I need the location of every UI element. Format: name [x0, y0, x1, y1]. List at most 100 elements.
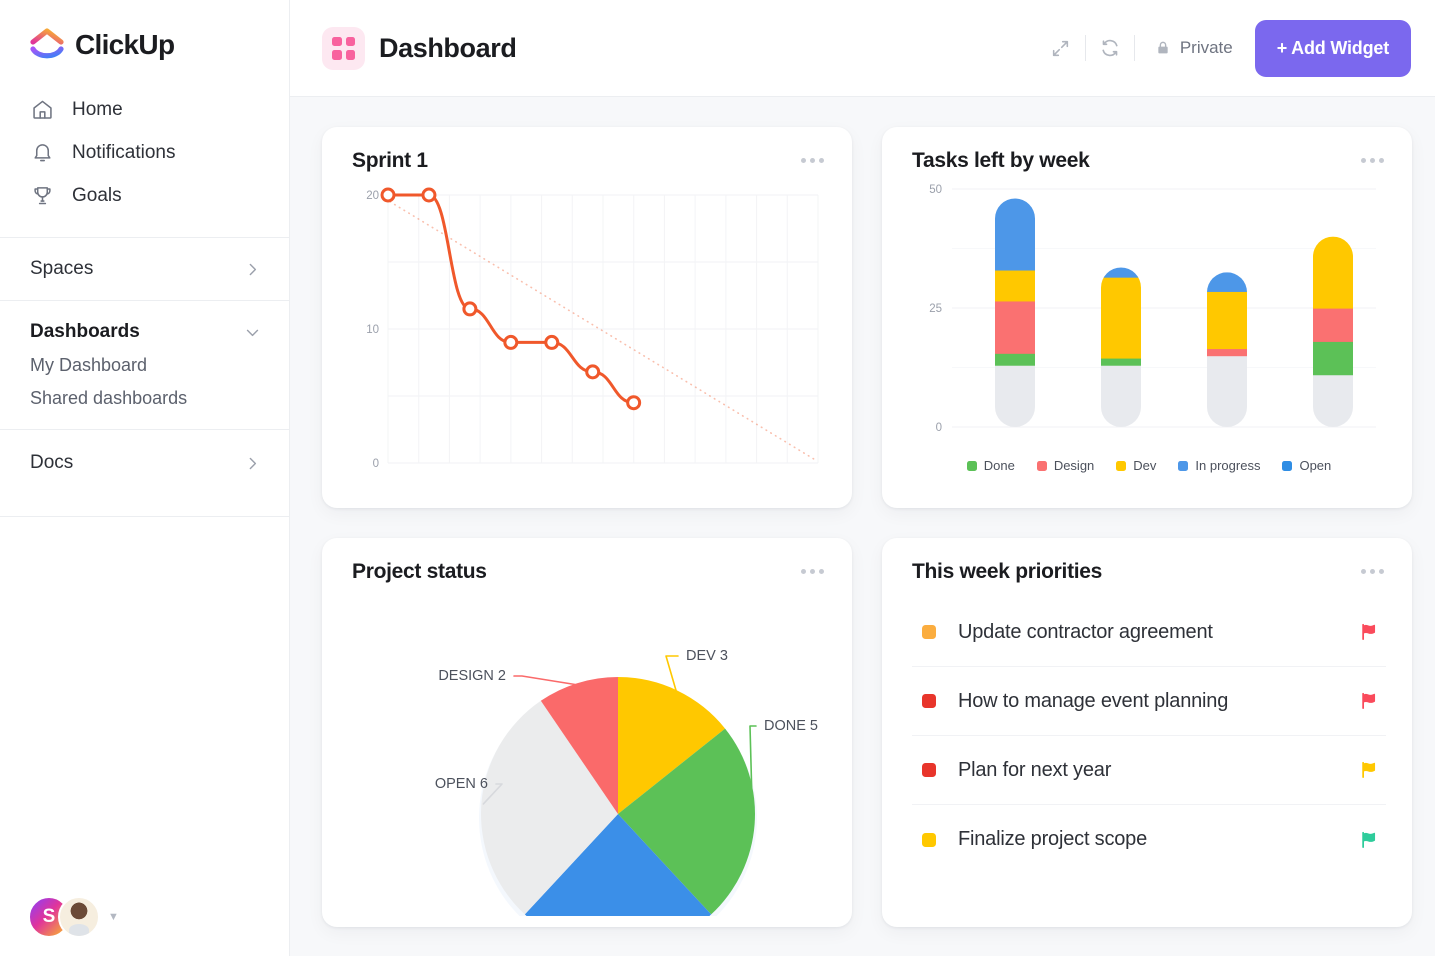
- dashboard-grid-icon: [322, 27, 365, 70]
- main-area: Dashboard: [290, 0, 1435, 956]
- legend-swatch: [1116, 461, 1126, 471]
- status-badge[interactable]: [922, 694, 936, 708]
- chevron-down-icon[interactable]: [244, 324, 261, 341]
- sidebar-section-docs: Docs: [0, 430, 289, 494]
- chevron-down-icon[interactable]: ▼: [108, 911, 119, 923]
- list-item[interactable]: Finalize project scope: [912, 805, 1386, 874]
- docs-header[interactable]: Docs: [30, 452, 261, 474]
- task-title: Plan for next year: [958, 759, 1111, 782]
- svg-text:20: 20: [366, 190, 379, 202]
- refresh-icon[interactable]: [1086, 26, 1134, 70]
- add-widget-button[interactable]: + Add Widget: [1255, 20, 1411, 77]
- lock-icon: [1155, 40, 1171, 56]
- divider: [0, 516, 289, 517]
- more-options-icon[interactable]: [799, 560, 826, 583]
- sidebar-section-spaces: Spaces: [0, 238, 289, 300]
- legend-label: Dev: [1133, 458, 1156, 473]
- chevron-right-icon[interactable]: [244, 455, 261, 472]
- more-options-icon[interactable]: [799, 149, 826, 172]
- legend-label: Design: [1054, 458, 1094, 473]
- burndown-chart: 0 10 20: [352, 173, 826, 486]
- chart-legend: Done Design Dev In progress Open: [912, 458, 1386, 473]
- docs-label: Docs: [30, 452, 73, 474]
- svg-text:DEV 3: DEV 3: [686, 648, 728, 664]
- widget-sprint-burndown: Sprint 1 0 10 20: [322, 127, 852, 508]
- brand[interactable]: ClickUp: [0, 0, 289, 84]
- primary-nav: Home Notifications: [0, 84, 289, 237]
- dashboard-grid: Sprint 1 0 10 20 Tasks left by week 0 25 50 …: [290, 97, 1435, 956]
- page-title: Dashboard: [379, 33, 516, 64]
- dashboards-header[interactable]: Dashboards: [30, 321, 261, 343]
- sidebar-section-dashboards: Dashboards My Dashboard Shared dashboard…: [0, 301, 289, 429]
- svg-text:25: 25: [929, 303, 942, 315]
- sidebar-item-label: Home: [72, 99, 123, 121]
- list-item[interactable]: Plan for next year: [912, 736, 1386, 805]
- sidebar-item-shared-dashboards[interactable]: Shared dashboards: [30, 376, 261, 409]
- flag-icon[interactable]: [1358, 759, 1380, 781]
- legend-item: Open: [1282, 458, 1331, 473]
- brand-name: ClickUp: [75, 29, 174, 61]
- legend-item: Done: [967, 458, 1015, 473]
- legend-label: Done: [984, 458, 1015, 473]
- svg-text:50: 50: [929, 184, 942, 196]
- svg-text:0: 0: [373, 458, 379, 470]
- widget-tasks-left-by-week: Tasks left by week 0 25 50 Done Design Dev In…: [882, 127, 1412, 508]
- bell-icon: [30, 140, 55, 165]
- legend-item: In progress: [1178, 458, 1260, 473]
- avatar-group[interactable]: S: [28, 896, 100, 938]
- widget-title: Sprint 1: [352, 149, 428, 173]
- user-account-bar[interactable]: S ▼: [28, 896, 119, 938]
- stacked-bar-chart: 0 25 50: [912, 173, 1386, 450]
- expand-arrows-icon[interactable]: [1037, 26, 1085, 70]
- svg-text:OPEN 6: OPEN 6: [435, 776, 488, 792]
- svg-text:0: 0: [936, 422, 942, 434]
- sidebar-item-label: Notifications: [72, 142, 176, 164]
- app-root: ClickUp Home Notific: [0, 0, 1435, 956]
- more-options-icon[interactable]: [1359, 560, 1386, 583]
- pie-chart: DEV 3DONE 5IN PROGRESS 5OPEN 6DESIGN 2: [352, 584, 826, 921]
- privacy-toggle[interactable]: Private: [1135, 38, 1255, 58]
- legend-item: Design: [1037, 458, 1094, 473]
- chevron-right-icon[interactable]: [244, 261, 261, 278]
- priority-list: Update contractor agreement How to manage…: [912, 598, 1386, 874]
- legend-swatch: [967, 461, 977, 471]
- legend-label: In progress: [1195, 458, 1260, 473]
- widget-title: Tasks left by week: [912, 149, 1089, 173]
- task-title: Finalize project scope: [958, 828, 1147, 851]
- avatar[interactable]: [58, 896, 100, 938]
- flag-icon[interactable]: [1358, 829, 1380, 851]
- flag-icon[interactable]: [1358, 621, 1380, 643]
- widget-project-status: Project status DEV 3DONE 5IN PROGRESS 5O…: [322, 538, 852, 927]
- status-badge[interactable]: [922, 625, 936, 639]
- widget-header: This week priorities: [912, 560, 1386, 584]
- status-badge[interactable]: [922, 833, 936, 847]
- status-badge[interactable]: [922, 763, 936, 777]
- task-title: How to manage event planning: [958, 690, 1228, 713]
- spaces-label: Spaces: [30, 258, 93, 280]
- privacy-label: Private: [1180, 38, 1233, 58]
- widget-header: Sprint 1: [352, 149, 826, 173]
- task-title: Update contractor agreement: [958, 621, 1213, 644]
- top-bar-actions: Private + Add Widget: [1037, 20, 1411, 77]
- svg-text:10: 10: [366, 324, 379, 336]
- dashboards-label: Dashboards: [30, 321, 140, 343]
- widget-title: Project status: [352, 560, 487, 584]
- legend-swatch: [1037, 461, 1047, 471]
- more-options-icon[interactable]: [1359, 149, 1386, 172]
- list-item[interactable]: How to manage event planning: [912, 667, 1386, 736]
- widget-this-week-priorities: This week priorities Update contractor a…: [882, 538, 1412, 927]
- legend-item: Dev: [1116, 458, 1156, 473]
- sidebar-item-notifications[interactable]: Notifications: [0, 131, 289, 174]
- top-bar: Dashboard: [290, 0, 1435, 97]
- legend-swatch: [1282, 461, 1292, 471]
- spaces-header[interactable]: Spaces: [30, 258, 261, 280]
- sidebar-item-my-dashboard[interactable]: My Dashboard: [30, 343, 261, 376]
- sidebar-item-home[interactable]: Home: [0, 88, 289, 131]
- svg-text:DONE 5: DONE 5: [764, 718, 818, 734]
- widget-header: Tasks left by week: [912, 149, 1386, 173]
- flag-icon[interactable]: [1358, 690, 1380, 712]
- list-item[interactable]: Update contractor agreement: [912, 598, 1386, 667]
- svg-text:DESIGN 2: DESIGN 2: [438, 668, 506, 684]
- sidebar-item-goals[interactable]: Goals: [0, 174, 289, 217]
- trophy-icon: [30, 183, 55, 208]
